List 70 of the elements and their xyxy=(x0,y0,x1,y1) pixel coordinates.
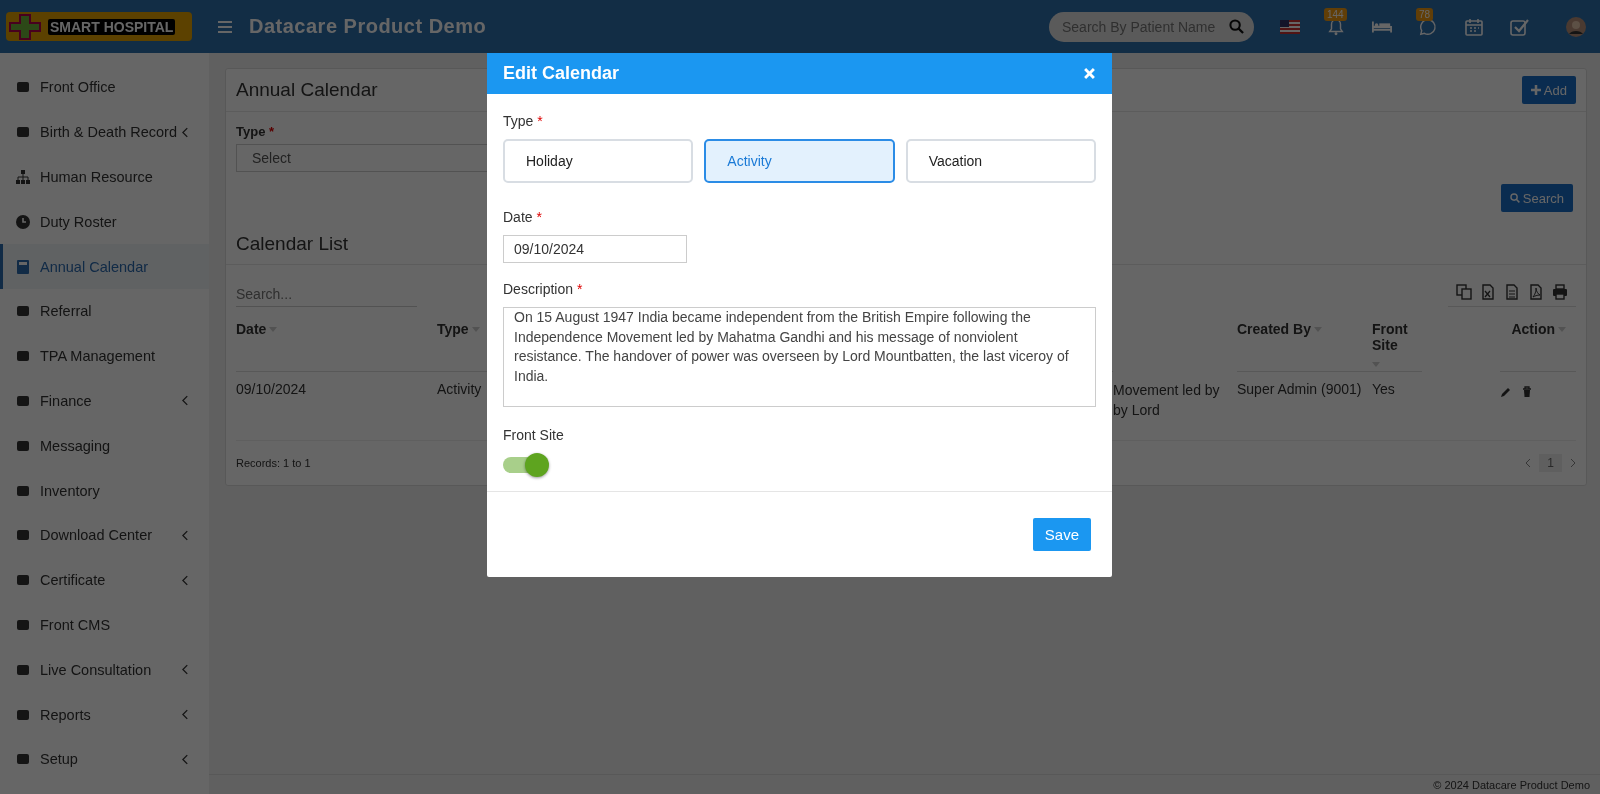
checkbox-icon[interactable] xyxy=(1510,17,1530,36)
sidebar-item[interactable]: Duty Roster xyxy=(0,199,209,245)
column-header[interactable]: Date xyxy=(236,307,437,372)
sidebar-item[interactable]: Inventory xyxy=(0,468,209,513)
calendar-icon[interactable] xyxy=(1464,17,1484,36)
type-option[interactable]: Vacation xyxy=(905,139,1096,183)
search-icon[interactable] xyxy=(1229,19,1244,34)
description-field[interactable]: On 15 August 1947 India became independent from the British Empire following the Independence Movement led by Mahatma Gandhi and his message of nonviolent resistance. The handover of power was overseen by Lord Mountbatten, the last viceroy of India. xyxy=(503,307,1096,407)
trash-icon[interactable] xyxy=(1521,386,1533,398)
sidebar-item[interactable]: Human Resource xyxy=(0,154,209,200)
search-icon xyxy=(1509,193,1520,203)
next-icon[interactable] xyxy=(1570,458,1576,468)
table-cell-text: by Lord xyxy=(1113,401,1161,420)
table-cell-text: 09/10/2024 xyxy=(236,380,307,397)
previous-icon[interactable] xyxy=(1525,458,1532,468)
column-header[interactable]: Created By xyxy=(1237,307,1372,372)
sidebar-item[interactable]: Front Office xyxy=(0,65,209,110)
table-cell-text: Movement led by xyxy=(1113,381,1220,400)
sidebar-item[interactable]: Front CMS xyxy=(0,602,209,648)
notification-badge: 144 xyxy=(1324,7,1347,21)
sidebar-item[interactable]: Live Consultation xyxy=(0,647,209,693)
save-button[interactable]: Save xyxy=(1032,518,1091,551)
column-header[interactable]: Action xyxy=(1500,307,1576,372)
logo[interactable]: SMART HOSPITAL xyxy=(6,12,192,41)
sidebar-item[interactable]: TPA Management xyxy=(0,333,209,379)
add-button[interactable]: Add xyxy=(1521,76,1576,104)
pdf-icon[interactable] xyxy=(1528,284,1544,300)
column-header[interactable]: Front Site xyxy=(1372,307,1422,372)
sidebar-item[interactable]: Annual Calendar xyxy=(0,244,209,289)
table-cell-text: Activity xyxy=(437,380,482,397)
sidebar-item[interactable]: Messaging xyxy=(0,423,209,469)
field-label: Description * xyxy=(503,281,584,297)
sidebar-item[interactable]: Referral xyxy=(0,289,209,334)
table-cell-text: Yes xyxy=(1372,380,1395,397)
document-icon[interactable] xyxy=(1504,284,1520,300)
copy-icon[interactable] xyxy=(1456,284,1472,300)
flag-icon[interactable] xyxy=(1280,19,1300,34)
copyright-text: © 2024 Datacare Product Demo xyxy=(1433,778,1590,791)
close-icon[interactable] xyxy=(1084,68,1095,79)
print-icon[interactable] xyxy=(1552,284,1568,300)
sidebar-item[interactable]: Certificate xyxy=(0,557,209,603)
pencil-icon[interactable] xyxy=(1500,386,1512,398)
type-option[interactable]: Holiday xyxy=(503,139,694,183)
clock-icon xyxy=(15,213,31,230)
date-field[interactable]: 09/10/2024 xyxy=(503,235,687,263)
toggle-switch[interactable] xyxy=(503,453,549,477)
field-label: Type * xyxy=(503,113,544,129)
type-option[interactable]: Activity xyxy=(704,139,895,183)
org-chart-icon xyxy=(15,169,31,185)
sidebar-item[interactable]: Finance xyxy=(0,378,209,424)
avatar-icon[interactable] xyxy=(1566,16,1586,37)
field-label: Front Site xyxy=(503,427,565,443)
sidebar-item[interactable]: Download Center xyxy=(0,512,209,558)
field-label: Date * xyxy=(503,209,543,225)
field-label: Type * xyxy=(236,124,276,139)
sidebar-item[interactable]: Setup xyxy=(0,736,209,782)
calculator-icon xyxy=(15,258,31,275)
logo-text: SMART HOSPITAL xyxy=(48,18,176,35)
menu-icon[interactable] xyxy=(218,20,232,33)
app-title: Datacare Product Demo xyxy=(249,15,487,38)
records-count: Records: 1 to 1 xyxy=(236,457,311,469)
sidebar-item[interactable]: Birth & Death Record xyxy=(0,109,209,155)
plus-icon xyxy=(1530,85,1541,95)
search-button[interactable]: Search xyxy=(1500,184,1573,212)
sidebar-item[interactable]: Reports xyxy=(0,692,209,737)
message-badge: 78 xyxy=(1416,7,1434,21)
panel-title: Annual Calendar xyxy=(236,79,378,101)
dialog-title: Edit Calendar xyxy=(503,63,620,84)
table-cell-text: Super Admin (9001) xyxy=(1237,380,1362,397)
spreadsheet-icon[interactable] xyxy=(1480,284,1496,300)
